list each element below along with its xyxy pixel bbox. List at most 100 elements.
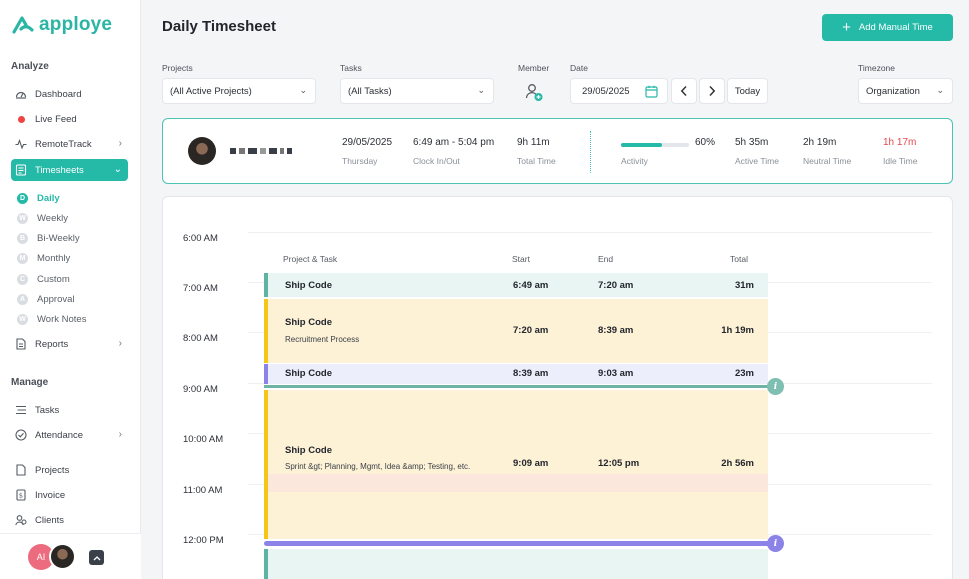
- sidebar-item-attendance[interactable]: Attendance ›: [11, 424, 128, 446]
- entry-project: Ship Code: [285, 368, 332, 379]
- sidebar-footer: AI: [0, 533, 141, 579]
- sidebar-subitem-weekly[interactable]: W Weekly: [17, 213, 68, 224]
- pulse-icon: [15, 138, 27, 150]
- daily-badge-icon: D: [17, 193, 28, 204]
- sidebar-subitem-approval[interactable]: A Approval: [17, 294, 75, 305]
- summary-activity-percent: 60%: [695, 137, 716, 148]
- chevron-down-icon: ⌄: [113, 164, 122, 175]
- prev-day-button[interactable]: [671, 78, 697, 104]
- sidebar-subitem-custom[interactable]: C Custom: [17, 274, 70, 285]
- sidebar-subitem-label: Work Notes: [37, 314, 87, 325]
- next-day-button[interactable]: [699, 78, 725, 104]
- chevron-right-icon: ›: [118, 338, 122, 349]
- date-value: 29/05/2025: [582, 85, 630, 97]
- monthly-badge-icon: M: [17, 253, 28, 264]
- summary-total: 9h 11m: [517, 137, 550, 148]
- idle-gap-marker: [264, 385, 772, 388]
- summary-date: 29/05/2025: [342, 137, 393, 148]
- summary-idle-label: Idle Time: [883, 156, 918, 166]
- add-manual-time-label: Add Manual Time: [858, 22, 933, 33]
- calendar-icon: [645, 85, 658, 98]
- summary-clock: 6:49 am - 5:04 pm: [413, 137, 495, 148]
- sidebar-item-timesheets[interactable]: Timesheets ⌄: [11, 159, 128, 181]
- chevron-up-icon[interactable]: [89, 550, 104, 565]
- entry-end: 9:03 am: [598, 368, 634, 379]
- sidebar-item-label: Tasks: [35, 404, 60, 416]
- sidebar-item-tasks[interactable]: Tasks: [11, 399, 128, 421]
- add-manual-time-button[interactable]: + Add Manual Time: [822, 14, 953, 41]
- timesheet-icon: [15, 164, 27, 176]
- summary-active: 5h 35m: [735, 137, 769, 148]
- timezone-select[interactable]: Organization ⌄: [858, 78, 953, 104]
- today-button[interactable]: Today: [727, 78, 768, 104]
- plus-icon: +: [842, 19, 851, 36]
- time-entry[interactable]: Ship Code 6:49 am 7:20 am 31m: [264, 273, 768, 297]
- time-entry[interactable]: Ship Code Recruitment Process 7:20 am 8:…: [264, 299, 768, 363]
- date-label: Date: [570, 63, 588, 73]
- sidebar-item-label: Attendance: [35, 429, 84, 441]
- dashboard-icon: [15, 88, 27, 100]
- entry-project: Ship Code: [285, 445, 332, 456]
- user-avatar-photo[interactable]: [49, 543, 76, 570]
- chevron-right-icon: [709, 85, 716, 97]
- sidebar-item-dashboard[interactable]: Dashboard: [11, 83, 128, 105]
- entry-end: 12:05 pm: [598, 458, 640, 469]
- info-icon[interactable]: i: [767, 535, 784, 552]
- activity-progress-fill: [621, 143, 662, 147]
- sidebar-item-projects[interactable]: Projects: [11, 459, 128, 481]
- projects-select[interactable]: (All Active Projects) ⌄: [162, 78, 316, 104]
- entry-total: 2h 56m: [721, 458, 754, 469]
- sidebar-item-label: Dashboard: [35, 88, 82, 100]
- entry-total: 1h 19m: [721, 325, 754, 336]
- sidebar-subitem-biweekly[interactable]: B Bi-Weekly: [17, 233, 80, 244]
- invoice-icon: $: [15, 489, 27, 501]
- summary-neutral: 2h 19m: [803, 137, 837, 148]
- sidebar-subitem-label: Weekly: [37, 213, 68, 224]
- entry-end: 8:39 am: [598, 325, 634, 336]
- time-entry[interactable]: Ship Code Sprint &gt; Planning, Mgmt, Id…: [264, 390, 768, 539]
- clients-icon: [15, 514, 27, 526]
- entry-start: 7:20 am: [513, 325, 549, 336]
- section-label-analyze: Analyze: [11, 61, 49, 72]
- sidebar-item-live-feed[interactable]: Live Feed: [11, 108, 128, 130]
- sidebar-subitem-daily[interactable]: D Daily: [17, 193, 60, 204]
- worknotes-badge-icon: W: [17, 314, 28, 325]
- info-icon[interactable]: i: [767, 378, 784, 395]
- time-entry[interactable]: Ship Code 8:39 am 9:03 am 23m: [264, 364, 768, 384]
- apploye-logo-icon: [12, 16, 34, 34]
- sidebar-subitem-label: Daily: [37, 193, 60, 204]
- sidebar-subitem-monthly[interactable]: M Monthly: [17, 253, 70, 264]
- member-add-icon[interactable]: [524, 82, 544, 102]
- brand-logo[interactable]: apploye: [12, 14, 112, 36]
- projects-label: Projects: [162, 63, 193, 73]
- attendance-icon: [15, 429, 27, 441]
- member-avatar: [188, 137, 216, 165]
- time-entry[interactable]: [264, 549, 768, 579]
- summary-idle: 1h 17m: [883, 137, 917, 148]
- sidebar-subitem-work-notes[interactable]: W Work Notes: [17, 314, 86, 325]
- sidebar-item-clients[interactable]: Clients: [11, 509, 128, 531]
- sidebar-subitem-label: Approval: [37, 294, 75, 305]
- sidebar-item-reports[interactable]: Reports ›: [11, 333, 128, 355]
- summary-day: Thursday: [342, 156, 378, 166]
- chevron-down-icon: ⌄: [477, 85, 485, 95]
- summary-total-label: Total Time: [517, 156, 556, 166]
- hour-label: 9:00 AM: [183, 384, 218, 395]
- tasks-select[interactable]: (All Tasks) ⌄: [340, 78, 494, 104]
- chevron-down-icon: ⌄: [936, 85, 944, 95]
- approval-badge-icon: A: [17, 294, 28, 305]
- page-title: Daily Timesheet: [162, 18, 276, 35]
- list-icon: [15, 404, 27, 416]
- member-label: Member: [518, 63, 550, 73]
- date-picker[interactable]: 29/05/2025: [570, 78, 668, 104]
- hour-label: 6:00 AM: [183, 233, 218, 244]
- entry-total: 23m: [734, 368, 754, 379]
- entry-start: 9:09 am: [513, 458, 549, 469]
- timezone-label: Timezone: [858, 63, 896, 73]
- sidebar-item-invoice[interactable]: $ Invoice: [11, 484, 128, 506]
- report-icon: [15, 338, 27, 350]
- sidebar-item-remotetrack[interactable]: RemoteTrack ›: [11, 133, 128, 155]
- daily-summary-card: 29/05/2025 Thursday 6:49 am - 5:04 pm Cl…: [162, 118, 953, 184]
- chevron-down-icon: ⌄: [299, 85, 307, 95]
- section-label-manage: Manage: [11, 377, 49, 388]
